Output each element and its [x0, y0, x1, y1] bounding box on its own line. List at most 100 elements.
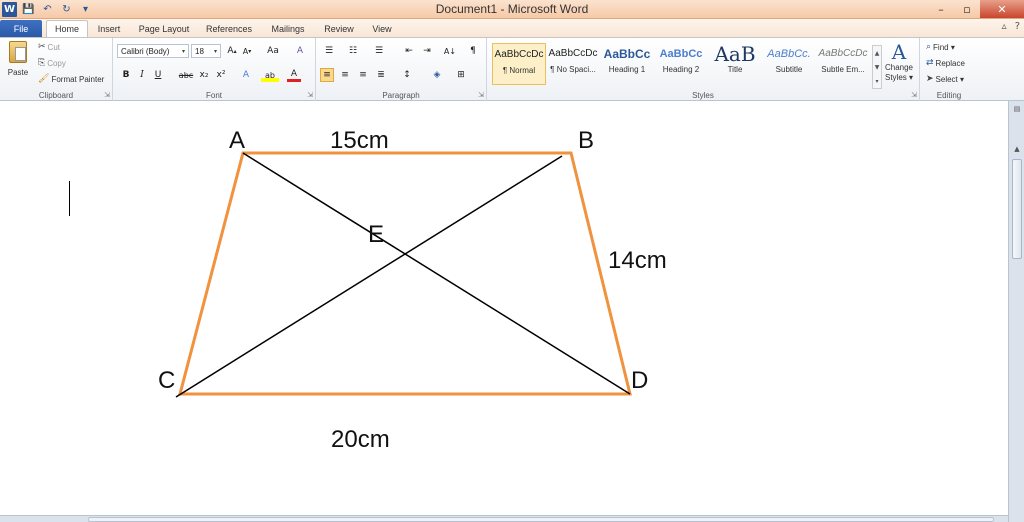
borders-icon[interactable]: ⊞: [454, 68, 468, 82]
shading-icon[interactable]: ◈: [430, 68, 444, 82]
paragraph-launcher-icon[interactable]: ⇲: [478, 91, 484, 99]
paragraph-group-label: Paragraph: [382, 91, 420, 100]
copy-button[interactable]: ⎘ Copy: [38, 58, 66, 68]
scroll-up-icon[interactable]: ▲: [1011, 145, 1023, 155]
highlight-button[interactable]: ab: [261, 68, 279, 82]
style-title[interactable]: AaB Title: [708, 43, 762, 85]
tab-insert[interactable]: Insert: [90, 20, 128, 37]
underline-button[interactable]: U: [151, 68, 165, 82]
maximize-button[interactable]: ▫: [954, 0, 980, 18]
superscript-button[interactable]: x²: [214, 68, 228, 82]
increase-indent-icon[interactable]: ⇥: [420, 44, 434, 58]
text-effects-button[interactable]: A: [239, 68, 253, 82]
vertical-scrollbar[interactable]: ▤ ▲: [1008, 101, 1024, 522]
show-marks-icon[interactable]: ¶: [466, 44, 480, 58]
title-bar: W 💾 ↶ ↻ ▾ Document1 - Microsoft Word – ▫…: [0, 0, 1024, 19]
ribbon-right-controls: ▵ ?: [1002, 21, 1020, 32]
group-editing: ⌕ Find ▾ ⇄ Replace ➤ Select ▾ Editing: [920, 38, 978, 101]
change-case-button[interactable]: Aa: [263, 44, 283, 58]
horizontal-scroll-thumb[interactable]: [88, 517, 994, 522]
align-right-icon[interactable]: ≡: [356, 68, 370, 82]
close-button[interactable]: ✕: [980, 0, 1024, 18]
line-spacing-icon[interactable]: ↕: [400, 68, 414, 82]
align-left-icon[interactable]: ≡: [320, 68, 334, 82]
paste-icon: [9, 41, 27, 63]
vertex-label-c: C: [158, 367, 175, 394]
bold-button[interactable]: B: [119, 68, 133, 82]
style-subtle-emphasis[interactable]: AaBbCcDc Subtle Em...: [816, 43, 870, 85]
diagonal-ad: [242, 152, 631, 395]
vertex-label-a: A: [229, 127, 245, 154]
window-title: Document1 - Microsoft Word: [435, 2, 589, 16]
styles-group-label: Styles: [692, 91, 714, 100]
chevron-down-icon[interactable]: ▼: [875, 64, 880, 71]
minimize-button[interactable]: –: [928, 0, 954, 18]
paste-button[interactable]: Paste: [4, 41, 32, 85]
scissors-icon: ✂: [38, 42, 46, 52]
cut-button[interactable]: ✂ Cut: [38, 42, 60, 52]
clear-formatting-button[interactable]: A: [293, 44, 307, 58]
style-subtitle[interactable]: AaBbCc. Subtitle: [762, 43, 816, 85]
clipboard-launcher-icon[interactable]: ⇲: [104, 91, 110, 99]
replace-button[interactable]: ⇄ Replace: [926, 58, 965, 68]
more-icon[interactable]: ▾: [875, 78, 878, 85]
brush-icon: 🖌: [38, 74, 50, 84]
ribbon-home: Paste ✂ Cut ⎘ Copy 🖌 Format Painter Clipboa…: [0, 37, 1024, 101]
minimize-ribbon-icon[interactable]: ▵: [1002, 21, 1007, 32]
font-size-select[interactable]: 18 ▾: [191, 44, 221, 58]
tab-page-layout[interactable]: Page Layout: [134, 20, 194, 37]
vertical-scroll-thumb[interactable]: [1012, 159, 1022, 259]
measure-top: 15cm: [330, 127, 389, 154]
horizontal-scrollbar[interactable]: [0, 515, 1008, 522]
clipboard-group-label: Clipboard: [38, 91, 74, 100]
chevron-up-icon[interactable]: ▲: [875, 50, 880, 57]
font-color-button[interactable]: A: [287, 68, 301, 82]
help-icon[interactable]: ?: [1015, 21, 1020, 32]
select-button[interactable]: ➤ Select ▾: [926, 74, 964, 84]
tab-mailings[interactable]: Mailings: [264, 20, 312, 37]
font-group-label: Font: [205, 91, 222, 100]
styles-gallery: AaBbCcDc ¶ Normal AaBbCcDc ¶ No Spaci...…: [490, 41, 882, 89]
change-styles-icon: A: [891, 40, 907, 64]
style-no-spacing[interactable]: AaBbCcDc ¶ No Spaci...: [546, 43, 600, 85]
sort-icon[interactable]: A↓: [442, 44, 458, 58]
justify-icon[interactable]: ≣: [374, 68, 388, 82]
group-clipboard: Paste ✂ Cut ⎘ Copy 🖌 Format Painter Clipboa…: [0, 38, 113, 101]
change-styles-button[interactable]: A Change Styles ▾: [880, 41, 918, 87]
font-launcher-icon[interactable]: ⇲: [307, 91, 313, 99]
vertex-label-d: D: [631, 367, 648, 394]
vertex-label-b: B: [578, 127, 594, 154]
format-painter-button[interactable]: 🖌 Format Painter: [38, 74, 104, 84]
font-family-select[interactable]: Calibri (Body) ▾: [117, 44, 189, 58]
style-heading-2[interactable]: AaBbCc Heading 2: [654, 43, 708, 85]
tab-review[interactable]: Review: [320, 20, 358, 37]
subscript-button[interactable]: x₂: [197, 68, 211, 82]
styles-launcher-icon[interactable]: ⇲: [911, 91, 917, 99]
replace-icon: ⇄: [926, 58, 934, 68]
trapezoid-outline: [178, 151, 632, 396]
paste-label: Paste: [7, 68, 29, 77]
find-button[interactable]: ⌕ Find ▾: [926, 42, 955, 52]
copy-icon: ⎘: [38, 58, 46, 68]
group-font: Calibri (Body) ▾ 18 ▾ A ▴ A ▾ Aa A B I U abc…: [113, 38, 316, 101]
style-heading-1[interactable]: AaBbCc Heading 1: [600, 43, 654, 85]
tab-file[interactable]: File: [0, 20, 42, 37]
multilevel-list-icon[interactable]: ☰: [372, 44, 386, 58]
shrink-font-button[interactable]: A ▾: [240, 44, 254, 58]
tab-references[interactable]: References: [202, 20, 256, 37]
chevron-down-icon: ▾: [213, 47, 217, 55]
style-normal[interactable]: AaBbCcDc ¶ Normal: [492, 43, 546, 85]
tab-view[interactable]: View: [366, 20, 398, 37]
align-center-icon[interactable]: ≡: [338, 68, 352, 82]
ribbon-tabs: File Home Insert Page Layout References …: [0, 19, 1024, 37]
italic-button[interactable]: I: [135, 68, 149, 82]
measure-bottom: 20cm: [331, 426, 390, 453]
tab-home[interactable]: Home: [46, 20, 88, 37]
strikethrough-button[interactable]: abc: [177, 68, 195, 82]
bullets-icon[interactable]: ☰: [322, 44, 336, 58]
window-controls: – ▫ ✕: [928, 0, 1024, 18]
decrease-indent-icon[interactable]: ⇤: [402, 44, 416, 58]
grow-font-button[interactable]: A ▴: [225, 44, 239, 58]
ruler-toggle-icon[interactable]: ▤: [1011, 105, 1023, 115]
numbering-icon[interactable]: ☷: [346, 44, 360, 58]
